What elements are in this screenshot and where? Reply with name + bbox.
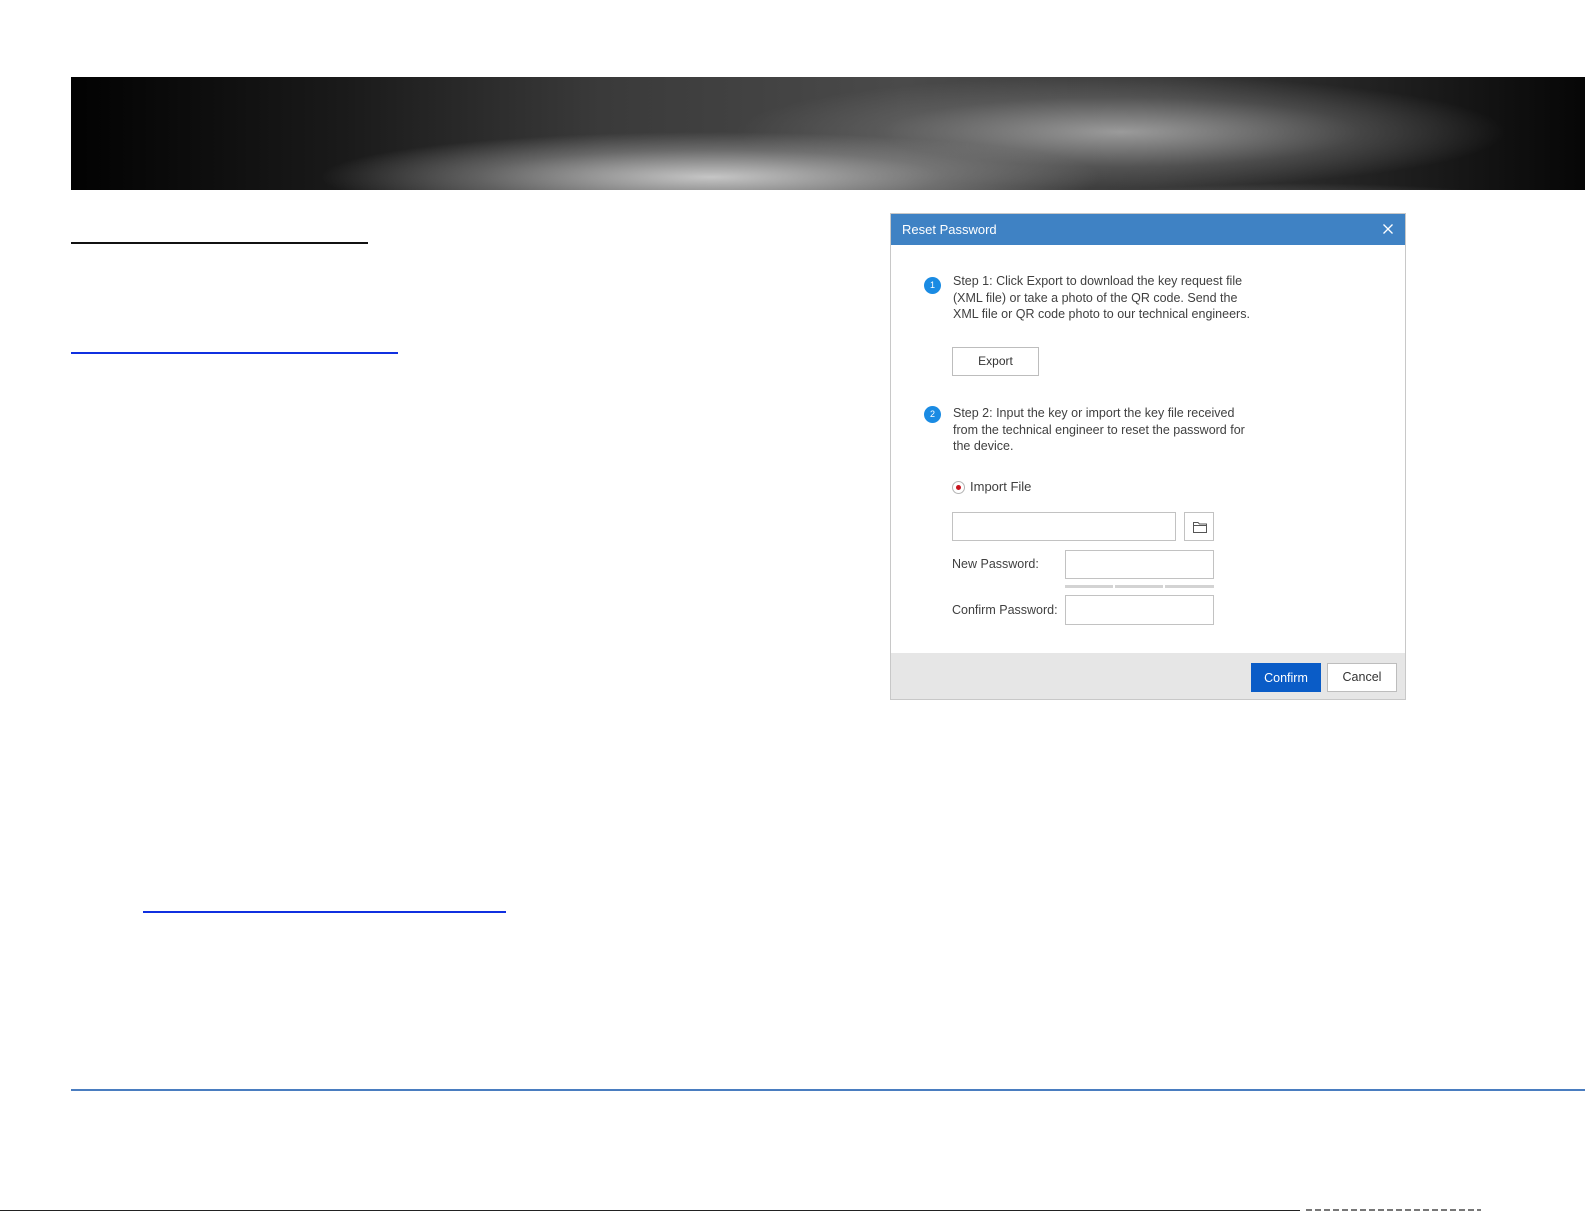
heading-underline <box>71 242 368 244</box>
new-password-input[interactable] <box>1065 550 1214 579</box>
step-2-badge: 2 <box>924 406 941 423</box>
confirm-password-label: Confirm Password: <box>952 603 1058 617</box>
close-icon[interactable] <box>1380 221 1396 237</box>
link-underline[interactable] <box>143 911 506 913</box>
bottom-divider <box>0 1210 1300 1211</box>
password-strength-segment <box>1065 585 1113 588</box>
browse-file-button[interactable] <box>1184 512 1214 541</box>
folder-icon <box>1193 522 1207 533</box>
dialog-footer: Confirm Cancel <box>891 653 1405 699</box>
cancel-button[interactable]: Cancel <box>1327 663 1397 692</box>
dialog-title: Reset Password <box>902 222 997 237</box>
new-password-label: New Password: <box>952 557 1039 571</box>
step-1-badge: 1 <box>924 277 941 294</box>
link-underline[interactable] <box>71 352 398 354</box>
import-file-label[interactable]: Import File <box>970 479 1031 494</box>
reset-password-dialog: Reset Password 1 Step 1: Click Export to… <box>890 213 1406 700</box>
step-2-instructions: Step 2: Input the key or import the key … <box>953 406 1245 453</box>
document-page: Reset Password 1 Step 1: Click Export to… <box>0 0 1585 1225</box>
file-path-input[interactable] <box>952 512 1176 541</box>
password-strength-segment <box>1115 585 1163 588</box>
radio-selected-dot <box>956 485 961 490</box>
import-file-radio[interactable] <box>952 481 965 494</box>
confirm-button[interactable]: Confirm <box>1251 663 1321 692</box>
header-banner-image <box>71 77 1585 190</box>
password-strength-segment <box>1165 585 1214 588</box>
export-button[interactable]: Export <box>952 347 1039 376</box>
step-1-instructions: Step 1: Click Export to download the key… <box>953 274 1250 321</box>
footer-divider <box>71 1089 1585 1091</box>
dialog-header: Reset Password <box>891 214 1405 245</box>
confirm-password-input[interactable] <box>1065 595 1214 625</box>
footer-fine-print <box>1306 1209 1481 1211</box>
